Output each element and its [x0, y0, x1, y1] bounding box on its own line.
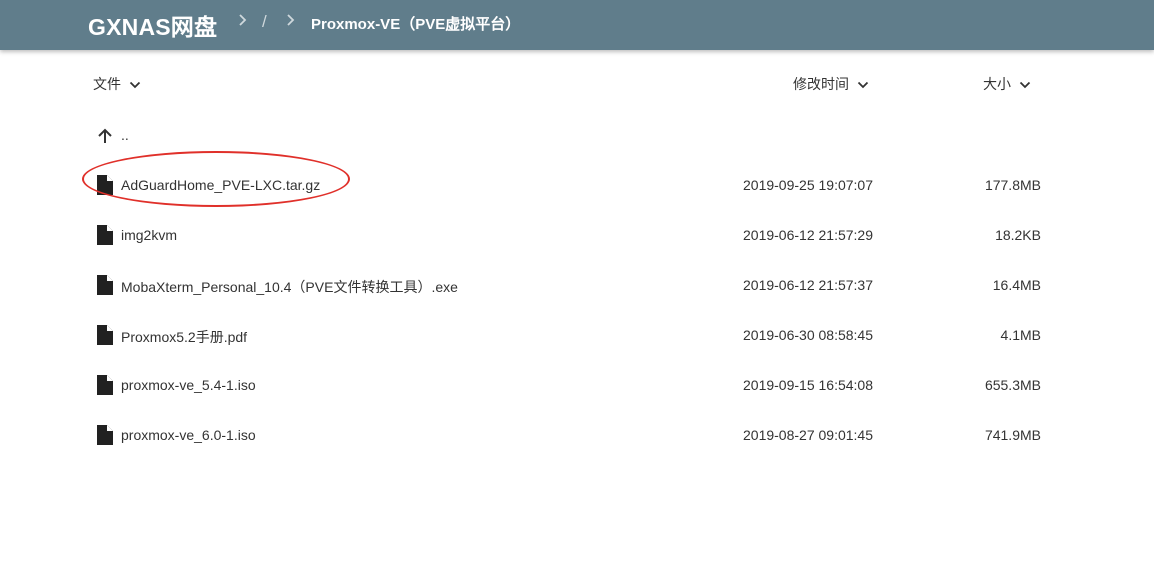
top-bar: GXNAS网盘 / Proxmox-VE（PVE虚拟平台）	[0, 0, 1154, 50]
file-icon	[96, 275, 113, 298]
column-header-row: 文件 修改时间 大小	[0, 74, 1154, 94]
breadcrumb-current[interactable]: Proxmox-VE（PVE虚拟平台）	[311, 13, 520, 34]
parent-directory-row[interactable]: ..	[0, 110, 1154, 160]
file-icon	[96, 425, 113, 448]
sort-by-size-button[interactable]: 大小	[983, 74, 1031, 94]
file-name: proxmox-ve_6.0-1.iso	[121, 427, 256, 443]
column-name-label: 文件	[93, 76, 121, 92]
file-row[interactable]: MobaXterm_Personal_10.4（PVE文件转换工具）.exe 2…	[0, 260, 1154, 310]
file-name: img2kvm	[121, 227, 178, 243]
file-modified: 2019-08-27 09:01:45	[743, 427, 873, 443]
file-icon	[96, 225, 113, 248]
file-row[interactable]: proxmox-ve_5.4-1.iso 2019-09-15 16:54:08…	[0, 360, 1154, 410]
file-name: Proxmox5.2手册.pdf	[121, 329, 248, 345]
sort-by-name-button[interactable]: 文件	[93, 74, 141, 94]
file-modified: 2019-06-12 21:57:37	[743, 277, 873, 293]
column-modified-label: 修改时间	[793, 76, 849, 92]
file-modified: 2019-09-15 16:54:08	[743, 377, 873, 393]
file-row[interactable]: img2kvm 2019-06-12 21:57:29 18.2KB	[0, 210, 1154, 260]
chevron-down-icon	[857, 76, 869, 92]
file-row[interactable]: AdGuardHome_PVE-LXC.tar.gz 2019-09-25 19…	[0, 160, 1154, 210]
site-brand[interactable]: GXNAS网盘	[88, 8, 217, 42]
chevron-down-icon	[1019, 76, 1031, 92]
file-size: 18.2KB	[995, 227, 1041, 243]
breadcrumb-root[interactable]: /	[262, 12, 267, 32]
sort-by-modified-button[interactable]: 修改时间	[793, 74, 869, 94]
file-size: 177.8MB	[984, 177, 1041, 193]
file-row[interactable]: Proxmox5.2手册.pdf 2019-06-30 08:58:45 4.1…	[0, 310, 1154, 360]
file-row[interactable]: proxmox-ve_6.0-1.iso 2019-08-27 09:01:45…	[0, 410, 1154, 460]
file-size: 16.4MB	[992, 277, 1041, 293]
column-size-label: 大小	[983, 76, 1011, 92]
parent-directory-label: ..	[121, 127, 129, 143]
file-modified: 2019-06-30 08:58:45	[743, 327, 873, 343]
file-size: 4.1MB	[1000, 327, 1041, 343]
file-icon	[96, 375, 113, 398]
file-name: proxmox-ve_5.4-1.iso	[121, 377, 256, 393]
file-name: MobaXterm_Personal_10.4（PVE文件转换工具）.exe	[121, 279, 458, 295]
file-name: AdGuardHome_PVE-LXC.tar.gz	[121, 177, 321, 193]
file-icon	[96, 325, 113, 348]
chevron-right-icon	[238, 12, 248, 28]
file-modified: 2019-09-25 19:07:07	[743, 177, 873, 193]
file-icon	[96, 175, 113, 198]
file-size: 741.9MB	[984, 427, 1041, 443]
chevron-right-icon	[286, 12, 296, 28]
arrow-up-icon	[96, 127, 114, 148]
chevron-down-icon	[129, 76, 141, 92]
file-size: 655.3MB	[984, 377, 1041, 393]
file-modified: 2019-06-12 21:57:29	[743, 227, 873, 243]
